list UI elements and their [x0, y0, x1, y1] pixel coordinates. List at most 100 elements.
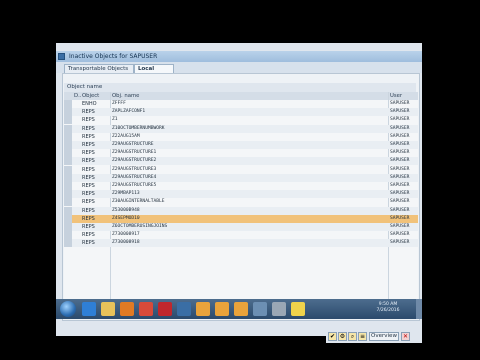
cell-user: SAPUSER [390, 215, 410, 221]
row-selector[interactable] [64, 141, 72, 149]
cell-object: REPS [82, 158, 95, 165]
sap-gui-icon[interactable] [196, 302, 210, 316]
dialog-title: Inactive Objects for SAPUSER [69, 53, 158, 60]
cell-object: REPS [82, 117, 95, 124]
monitor-icon[interactable] [272, 302, 286, 316]
cell-object: REPS [82, 109, 95, 116]
cell-user: SAPUSER [390, 109, 410, 115]
table-row[interactable]: REPS ZAPLZAFCONF1 SAPUSER [64, 108, 418, 117]
row-selector[interactable] [64, 190, 72, 199]
cell-obj-name: Z1 [112, 117, 118, 123]
cell-user: SAPUSER [390, 207, 410, 213]
table-row[interactable]: REPS Z22AUG15AM SAPUSER [64, 132, 418, 141]
row-selector[interactable] [64, 214, 72, 223]
table-row[interactable]: REPS Z1 SAPUSER [64, 116, 418, 125]
media-player-icon[interactable] [120, 302, 134, 316]
explorer-icon[interactable] [253, 302, 267, 316]
table-row[interactable]: REPS Z30AUGINTERNALTABLE SAPUSER [64, 198, 418, 207]
cell-user: SAPUSER [390, 150, 410, 156]
overview-button[interactable]: Overview [369, 332, 399, 341]
table-row[interactable]: REPS Z730008917 SAPUSER [64, 231, 418, 240]
row-selector[interactable] [64, 223, 72, 231]
col-header-user[interactable]: User [390, 92, 402, 100]
row-selector[interactable] [64, 198, 72, 207]
col-header-name[interactable]: Obj. name [112, 92, 139, 100]
cell-obj-name: Z30AUGINTERNALTABLE [112, 199, 165, 205]
sap-gui-icon-2[interactable] [215, 302, 229, 316]
cell-object: REPS [82, 166, 95, 173]
row-selector[interactable] [64, 132, 72, 141]
cell-user: SAPUSER [390, 191, 410, 197]
tab-transportable-objects[interactable]: Transportable Objects [64, 64, 134, 73]
start-button-icon[interactable] [60, 301, 76, 317]
table-row[interactable]: REPS Z29AUGSTRUCTURE3 SAPUSER [64, 165, 418, 174]
cell-obj-name: ZAPLZAFCONF1 [112, 109, 146, 115]
cell-object: REPS [82, 232, 95, 239]
cell-object: REPS [82, 133, 95, 140]
continue-check-icon[interactable]: ✔ [328, 332, 337, 341]
row-selector[interactable] [64, 124, 72, 133]
cell-user: SAPUSER [390, 125, 410, 131]
cell-user: SAPUSER [390, 174, 410, 180]
tab-local-objects[interactable]: Local objects [134, 64, 174, 81]
cell-user: SAPUSER [390, 232, 410, 238]
row-selector[interactable] [64, 206, 72, 215]
row-selector[interactable] [64, 157, 72, 166]
cell-obj-name: Z29AUGSTRUCTURE2 [112, 158, 157, 164]
table-row[interactable]: ENHO ZFFFF SAPUSER [64, 100, 418, 108]
table-row[interactable]: REPS Z29AUGSTRUCTURE4 SAPUSER [64, 173, 418, 182]
table-row[interactable]: REPS Z29AUGSTRUCTURE5 SAPUSER [64, 182, 418, 190]
chrome-icon[interactable] [139, 302, 153, 316]
cell-user: SAPUSER [390, 183, 410, 188]
table-row[interactable]: REPS Z29AUGSTRUCTURE2 SAPUSER [64, 157, 418, 166]
table-row[interactable]: REPS Z10OCTOMBERNUMBWORK SAPUSER [64, 124, 418, 133]
cell-obj-name: Z29AUGSTRUCTURE3 [112, 166, 157, 172]
table-row[interactable]: REPS Z6OCTOMBERUSINGJOINS SAPUSER [64, 223, 418, 231]
table-row[interactable]: REPS Z53000B948 SAPUSER [64, 206, 418, 215]
cell-object: REPS [82, 142, 95, 148]
pdf-icon[interactable] [158, 302, 172, 316]
cell-obj-name: Z730008918 [112, 240, 140, 246]
system-clock[interactable]: 9:50 AM 7/26/2016 [368, 302, 408, 314]
details-icon[interactable]: ≡ [358, 332, 367, 341]
objects-table: D.. Object Obj. name User ENHO ZFFFF SAPUS… [64, 92, 418, 310]
sap-gui-icon-3[interactable] [234, 302, 248, 316]
cell-obj-name: Z22AUG15AM [112, 133, 140, 139]
cell-object: REPS [82, 191, 95, 198]
table-row[interactable]: REPS Z29AUGSTRUCTURE SAPUSER [64, 141, 418, 149]
find-icon[interactable]: ⌕ [348, 332, 357, 341]
notes-icon[interactable] [291, 302, 305, 316]
activate-icon[interactable]: ⚙ [338, 332, 347, 341]
dialog-actionbar: ✔ ⚙ ⌕ ≡ Overview ✕ [326, 331, 422, 343]
clock-date: 7/26/2016 [376, 308, 400, 313]
row-selector[interactable] [64, 239, 72, 248]
row-selector[interactable] [64, 231, 72, 240]
cell-object: REPS [82, 199, 95, 206]
row-selector[interactable] [64, 173, 72, 182]
cell-obj-name: ZFFFF [112, 101, 126, 106]
row-selector[interactable] [64, 108, 72, 117]
row-selector[interactable] [64, 116, 72, 125]
col-header-object[interactable]: Object [82, 92, 99, 100]
col-header-d[interactable]: D.. [74, 92, 81, 100]
row-selector[interactable] [64, 100, 72, 108]
show-desktop-button[interactable] [416, 299, 422, 319]
ie-icon[interactable] [82, 302, 96, 316]
cell-user: SAPUSER [390, 142, 410, 147]
windows-taskbar: 9:50 AM 7/26/2016 [56, 299, 422, 319]
sap-screen: Inactive Objects for SAPUSER Transportab… [56, 43, 422, 343]
table-row[interactable]: REPS Z730008918 SAPUSER [64, 239, 418, 248]
folder-icon[interactable] [101, 302, 115, 316]
row-selector[interactable] [64, 165, 72, 174]
cell-user: SAPUSER [390, 240, 410, 246]
object-name-group-header: Object name [64, 83, 416, 92]
cell-object: REPS [82, 207, 95, 214]
table-row[interactable]: REPS Z29AUGSTRUCTURE1 SAPUSER [64, 149, 418, 158]
row-selector[interactable] [64, 149, 72, 158]
table-row[interactable]: REPS Z4SEPMOD10 SAPUSER [64, 214, 418, 223]
sap-logon-icon[interactable] [177, 302, 191, 316]
row-selector[interactable] [64, 182, 72, 190]
table-row[interactable]: REPS Z29MBAP113 SAPUSER [64, 190, 418, 199]
dialog-titlebar: Inactive Objects for SAPUSER [56, 51, 422, 62]
cancel-icon[interactable]: ✕ [401, 332, 410, 341]
